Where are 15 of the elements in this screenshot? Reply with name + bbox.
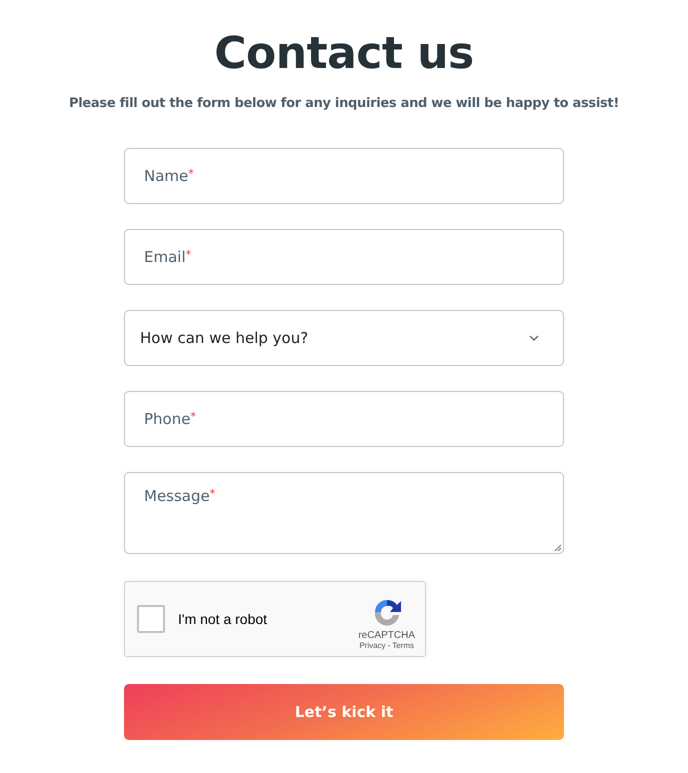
captcha-brand: reCAPTCHA [358,630,415,641]
page-subtitle: Please fill out the form below for any inquiries and we will be happy to assist! [69,96,619,111]
help-dropdown[interactable]: How can we help you? [124,310,564,366]
privacy-link[interactable]: Privacy [359,641,386,650]
message-field[interactable]: Message* [124,472,564,554]
chevron-down-icon [529,335,539,341]
terms-link[interactable]: Terms [392,641,414,650]
input-field[interactable]: Phone* [124,391,564,447]
input-field[interactable]: Name* [124,148,564,204]
captcha-label: I'm not a robot [178,611,268,627]
input-field[interactable]: Email* [124,229,564,285]
resize-handle-icon[interactable] [554,544,562,552]
captcha-checkbox[interactable] [137,605,165,633]
page-title: Contact us [214,28,474,80]
link-separator: - [388,641,390,650]
